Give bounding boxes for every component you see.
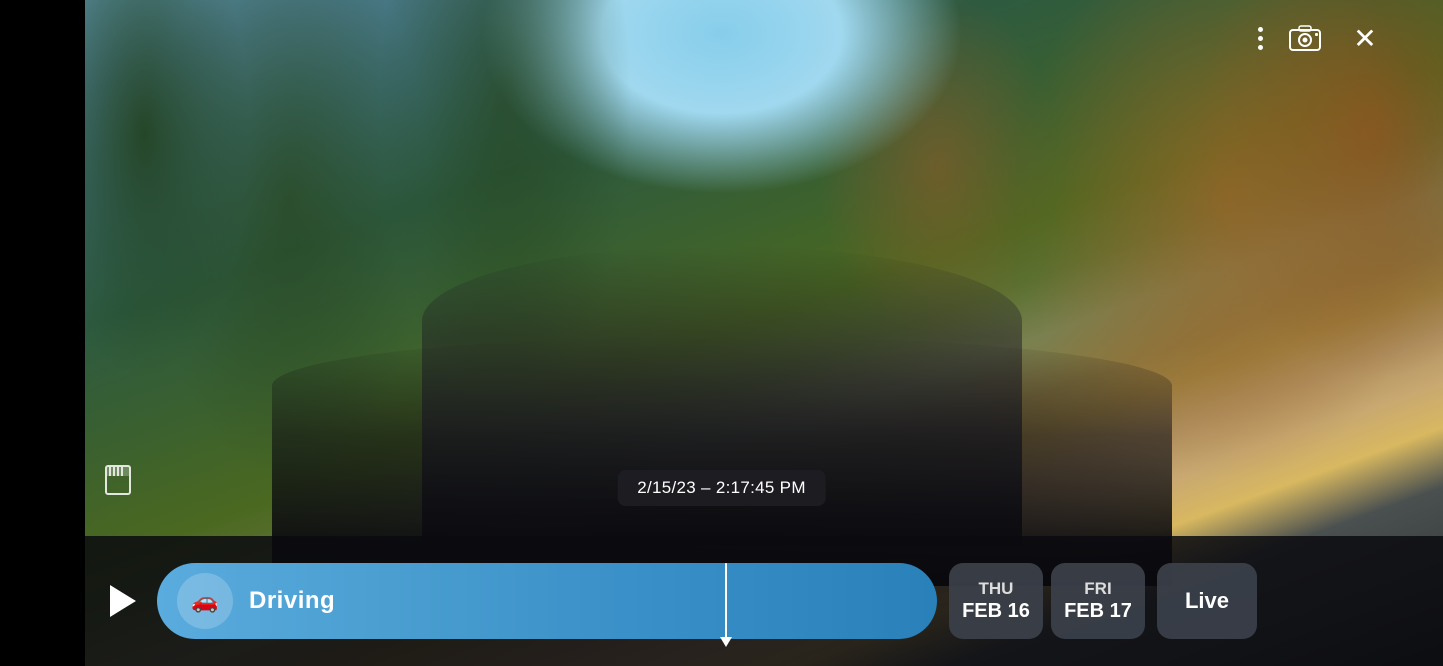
live-button[interactable]: Live (1157, 563, 1257, 639)
play-button[interactable] (101, 579, 145, 623)
activity-label: Driving (249, 587, 335, 615)
scrubber-line[interactable] (725, 563, 727, 639)
feb16-label: FEB 16 (962, 599, 1030, 623)
timestamp-text: 2/15/23 – 2:17:45 PM (637, 478, 806, 497)
top-controls: ✕ (1258, 20, 1383, 56)
timestamp-tooltip: 2/15/23 – 2:17:45 PM (617, 470, 826, 506)
date-button-thu-feb16[interactable]: THU FEB 16 (949, 563, 1043, 639)
more-button[interactable] (1258, 27, 1263, 50)
left-sidebar (0, 0, 85, 666)
date-button-fri-feb17[interactable]: FRI FEB 17 (1051, 563, 1145, 639)
bottom-bar: 🚗 Driving THU FEB 16 FRI FEB 17 Live (85, 536, 1443, 666)
fri-label: FRI (1084, 579, 1111, 599)
feb17-label: FEB 17 (1064, 599, 1132, 623)
live-label: Live (1185, 588, 1229, 614)
car-icon: 🚗 (191, 588, 218, 614)
sd-card-icon (100, 460, 136, 496)
close-button[interactable]: ✕ (1347, 20, 1383, 56)
play-icon (110, 585, 136, 617)
date-buttons: THU FEB 16 FRI FEB 17 (949, 563, 1145, 639)
timeline-pill[interactable]: 🚗 Driving (157, 563, 937, 639)
thu-label: THU (979, 579, 1014, 599)
screenshot-button[interactable] (1287, 20, 1323, 56)
activity-icon-circle: 🚗 (177, 573, 233, 629)
